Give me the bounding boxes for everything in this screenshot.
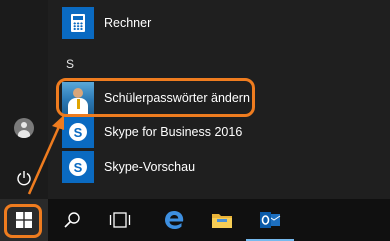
outlook-icon <box>260 212 281 228</box>
app-list-item-rechner[interactable]: Rechner <box>62 6 362 40</box>
edge-icon <box>165 211 184 229</box>
photo-tie-shape <box>77 99 80 109</box>
user-account-button[interactable] <box>8 112 40 144</box>
start-button[interactable] <box>0 199 48 241</box>
app-list-item-skype-vorschau[interactable]: S Skype-Vorschau <box>62 150 362 184</box>
app-label: Skype-Vorschau <box>104 160 196 174</box>
app-label: Skype for Business 2016 <box>104 125 243 139</box>
folder-icon <box>212 214 232 228</box>
skype-icon: S <box>69 123 87 141</box>
windows-logo-icon <box>16 212 32 228</box>
app-label: Schülerpasswörter ändern <box>104 91 250 105</box>
start-menu: Rechner S Schülerpasswörter ändern S Sky… <box>0 0 390 199</box>
search-button[interactable] <box>48 199 96 241</box>
app-list-item-schuelerpasswoerter[interactable]: Schülerpasswörter ändern <box>62 81 362 115</box>
user-icon <box>14 118 34 138</box>
outlook-taskbar-button[interactable] <box>246 199 294 241</box>
edge-taskbar-button[interactable] <box>150 199 198 241</box>
skype-preview-tile: S <box>62 151 94 183</box>
skype-icon: S <box>69 158 87 176</box>
start-menu-left-rail <box>0 0 48 199</box>
skype-business-tile: S <box>62 116 94 148</box>
task-view-icon <box>109 212 131 228</box>
power-icon <box>17 171 31 186</box>
section-header-letter[interactable]: S <box>66 57 74 71</box>
search-icon <box>64 212 80 228</box>
photo-head-shape <box>73 88 83 98</box>
task-view-button[interactable] <box>96 199 144 241</box>
power-button[interactable] <box>8 162 40 194</box>
app-list-item-skype-for-business[interactable]: S Skype for Business 2016 <box>62 115 362 149</box>
app-label: Rechner <box>104 16 152 30</box>
calculator-icon <box>71 14 85 32</box>
taskbar <box>0 199 390 241</box>
user-photo-icon <box>62 82 94 114</box>
file-explorer-button[interactable] <box>198 199 246 241</box>
calculator-tile <box>62 7 94 39</box>
